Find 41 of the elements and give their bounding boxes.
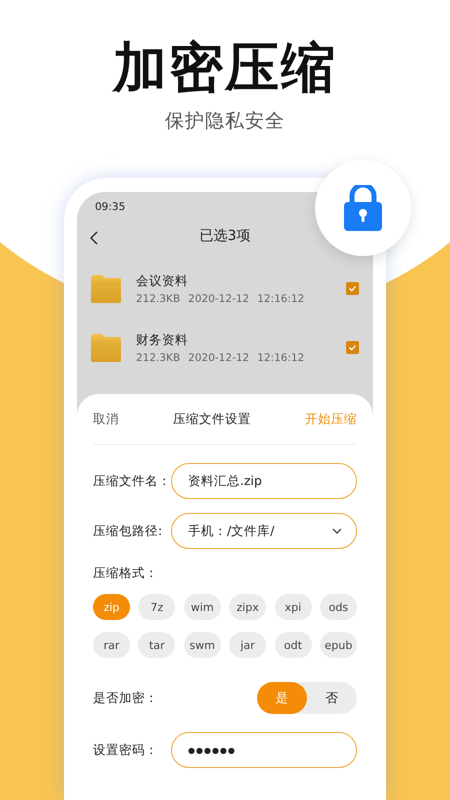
back-icon[interactable] (90, 231, 98, 245)
folder-icon (90, 332, 122, 362)
format-chip[interactable]: ods (320, 594, 357, 620)
file-name: 会议资料 (136, 272, 189, 290)
toggle-option[interactable]: 否 (307, 682, 357, 714)
format-chip[interactable]: swm (184, 632, 221, 658)
field-label: 压缩格式： (93, 565, 159, 582)
file-size: 212.3KB (136, 292, 180, 304)
field-label: 设置密码： (93, 742, 159, 758)
format-chip[interactable]: jar (229, 632, 266, 658)
file-date: 2020-12-12 (188, 292, 250, 304)
file-name: 财务资料 (136, 332, 189, 348)
path-dropdown[interactable]: 手机：/文件库/ (171, 513, 357, 549)
checkbox[interactable] (346, 341, 359, 354)
input-field[interactable]: 资料汇总.zip (171, 463, 357, 499)
format-chip[interactable]: zipx (229, 594, 266, 620)
checkbox[interactable] (346, 282, 359, 295)
format-chip[interactable]: tar (138, 632, 176, 658)
file-time: 12:16:12 (257, 292, 304, 304)
format-chip[interactable]: rar (93, 632, 130, 658)
subtitle: 保护隐私安全 (165, 109, 285, 134)
file-time: 12:16:12 (257, 352, 304, 364)
format-chip[interactable]: epub (320, 632, 357, 658)
field-label: 压缩包路径: (93, 522, 164, 540)
field-label: 是否加密： (93, 690, 159, 706)
file-size: 212.3KB (136, 352, 180, 364)
folder-icon (90, 274, 122, 304)
status-time: 09:35 (95, 201, 126, 213)
headline: 加密压缩 (113, 36, 337, 100)
cancel-button[interactable]: 取消 (93, 410, 119, 428)
format-chip[interactable]: wim (184, 594, 221, 620)
file-date: 2020-12-12 (188, 352, 250, 364)
field-label: 压缩文件名： (93, 472, 171, 490)
page-title: 已选3项 (200, 227, 250, 245)
chevron-down-icon (332, 528, 342, 534)
format-chip[interactable]: 7z (138, 594, 176, 620)
format-chip[interactable]: xpi (274, 594, 312, 620)
format-chip[interactable]: odt (274, 632, 312, 658)
password-field[interactable]: ●●●●●● (171, 732, 357, 768)
lock-icon (343, 185, 383, 231)
sheet-title: 压缩文件设置 (173, 410, 251, 428)
